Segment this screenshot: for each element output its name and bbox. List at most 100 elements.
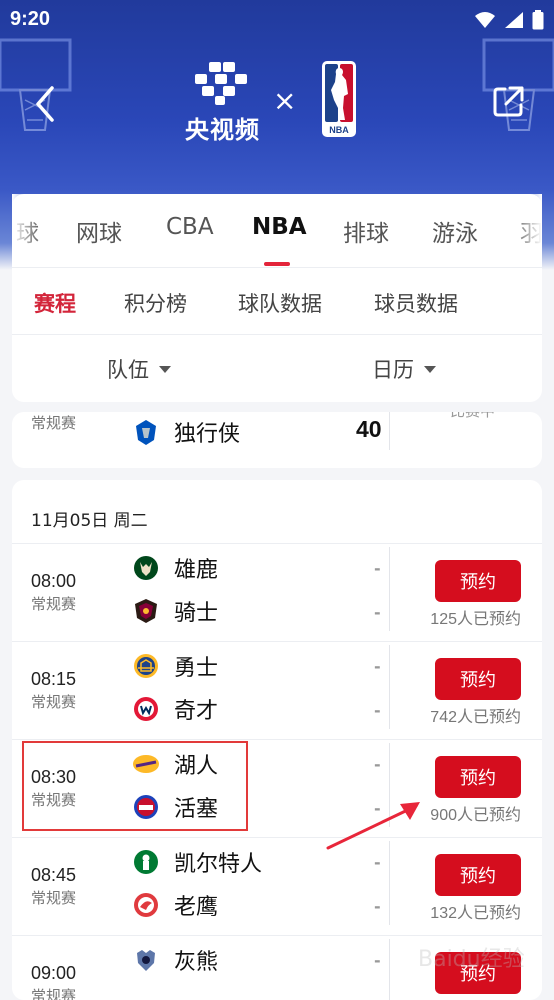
annotation-arrow-icon (326, 802, 420, 850)
row-divider (12, 641, 542, 642)
match-type: 常规赛 (31, 987, 77, 1000)
brand-name: 央视频 (185, 116, 260, 144)
mavericks-logo-icon (136, 420, 156, 445)
home-team: 雄鹿 (132, 553, 218, 583)
subtab-team-stats[interactable]: 球队数据 (238, 288, 322, 318)
team-name: 老鹰 (174, 895, 219, 920)
previous-match-card[interactable]: 常规赛 独行侠 40 比赛中 (12, 412, 542, 468)
caret-down-icon (159, 365, 171, 373)
home-team: 灰熊 (132, 945, 218, 975)
reserve-button[interactable]: 预约 (435, 560, 521, 602)
yangshipin-logo-icon (195, 62, 247, 105)
score: - (374, 755, 381, 774)
nba-logo-icon: NBA (322, 61, 356, 137)
score: - (374, 657, 381, 676)
team-name: 灰熊 (174, 950, 219, 975)
wifi-icon (475, 12, 495, 28)
nba-logo-text: NBA (329, 125, 349, 135)
match-time: 09:00 (31, 963, 77, 983)
score: 40 (356, 416, 382, 442)
share-icon[interactable] (490, 84, 526, 120)
match-row[interactable]: 08:00 常规赛 雄鹿 骑士 - - 预约 125人已预约 (12, 543, 542, 641)
score: - (374, 951, 381, 970)
match-time: 08:00 (31, 571, 77, 591)
reservation-count: 742人已预约 (430, 709, 521, 726)
reserve-button[interactable]: 预约 (435, 756, 521, 798)
reserve-button[interactable]: 预约 (435, 658, 521, 700)
team-name: 雄鹿 (174, 558, 219, 583)
match-type: 常规赛 (31, 693, 77, 711)
away-team: 骑士 (132, 596, 218, 626)
signal-icon (505, 12, 523, 28)
team-name: 勇士 (174, 656, 219, 681)
wizards-logo-icon (132, 695, 160, 723)
bucks-logo-icon (132, 554, 160, 582)
active-tab-indicator (264, 262, 290, 266)
score: - (374, 701, 381, 720)
reservation-count: 132人已预约 (430, 905, 521, 922)
away-team: 老鹰 (132, 890, 218, 920)
team-filter-label: 队伍 (107, 358, 149, 382)
column-divider (389, 412, 390, 450)
match-time: 08:45 (31, 865, 77, 885)
status-time: 9:20 (10, 8, 51, 30)
score: - (374, 559, 381, 578)
match-type: 常规赛 (31, 889, 77, 907)
battery-icon (532, 10, 544, 30)
day-schedule-card: 11月05日 周二 08:00 常规赛 雄鹿 骑士 - - 预约 125人已预约… (12, 480, 542, 1000)
team-row: 独行侠 (132, 416, 240, 448)
column-divider (389, 939, 390, 1000)
score: - (374, 603, 381, 622)
match-row[interactable]: 08:15 常规赛 勇士 奇才 - - 预约 742人已预约 (12, 641, 542, 739)
score: - (374, 897, 381, 916)
tab-swimming[interactable]: 游泳 (432, 214, 478, 248)
celtics-logo-icon (132, 848, 160, 876)
cavaliers-logo-icon (132, 597, 160, 625)
status-bar: 9:20 (0, 0, 554, 40)
match-row[interactable]: 08:45 常规赛 凯尔特人 老鹰 - - 预约 132人已预约 (12, 837, 542, 935)
tab-cba[interactable]: CBA (166, 214, 214, 240)
column-divider (389, 645, 390, 729)
sports-nav-card: 球 网球 CBA NBA 排球 游泳 羽 赛程 积分榜 球队数据 球员数据 队伍… (12, 194, 542, 402)
brand-times-sign: × (273, 84, 297, 117)
brand-lockup: 央视频 × NBA (185, 61, 365, 144)
caret-down-icon (424, 365, 436, 373)
back-arrow-icon[interactable] (28, 84, 62, 124)
match-type: 常规赛 (31, 414, 77, 432)
reservation-count: 900人已预约 (430, 807, 521, 824)
home-team: 凯尔特人 (132, 847, 262, 877)
watermark-text: Baidu经验 (418, 947, 525, 972)
hawks-logo-icon (132, 891, 160, 919)
watermark-logo: Baidu经验 (418, 947, 525, 972)
row-divider (12, 935, 542, 936)
reserve-button[interactable]: 预约 (435, 854, 521, 896)
system-icons (474, 10, 544, 30)
score: - (374, 853, 381, 872)
warriors-logo-icon (132, 652, 160, 680)
team-filter-dropdown[interactable]: 队伍 (107, 354, 171, 384)
row-divider (12, 739, 542, 740)
divider (12, 267, 542, 268)
highlight-box (22, 741, 248, 831)
team-name: 凯尔特人 (174, 852, 263, 877)
match-time: 08:15 (31, 669, 77, 689)
row-divider (12, 837, 542, 838)
subtab-schedule[interactable]: 赛程 (34, 288, 76, 318)
calendar-filter-label: 日历 (372, 358, 414, 382)
tab-nba[interactable]: NBA (252, 214, 307, 240)
tab-tennis[interactable]: 网球 (76, 214, 122, 248)
away-team: 奇才 (132, 694, 218, 724)
date-header: 11月05日 周二 (31, 511, 148, 531)
match-status: 比赛中 (450, 412, 495, 421)
subtab-standings[interactable]: 积分榜 (124, 288, 187, 318)
divider (12, 334, 542, 335)
tab-volleyball[interactable]: 排球 (343, 214, 389, 248)
column-divider (389, 547, 390, 631)
calendar-filter-dropdown[interactable]: 日历 (372, 354, 436, 384)
tab-fade-right (512, 194, 542, 266)
home-team: 勇士 (132, 651, 218, 681)
tab-fade-left (12, 194, 42, 266)
sports-tab-bar: 球 网球 CBA NBA 排球 游泳 羽 (12, 194, 542, 266)
grizzlies-logo-icon (132, 946, 160, 974)
subtab-player-stats[interactable]: 球员数据 (374, 288, 458, 318)
